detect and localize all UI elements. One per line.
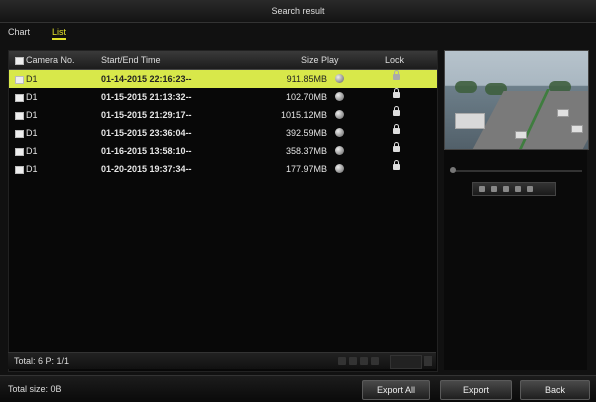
total-size: Total size: 0B — [8, 384, 62, 394]
lock-icon[interactable] — [393, 88, 400, 98]
camera-label: D1 — [26, 74, 38, 84]
time-cell: 01-15-2015 21:13:32-- — [101, 92, 192, 102]
camera-label: D1 — [26, 110, 38, 120]
tab-chart[interactable]: Chart — [8, 24, 30, 40]
row-checkbox[interactable] — [15, 147, 24, 156]
video-preview[interactable] — [444, 50, 589, 150]
row-checkbox[interactable] — [15, 111, 24, 120]
camera-label: D1 — [26, 128, 38, 138]
play-icon[interactable] — [335, 110, 344, 119]
size-cell: 358.37MB — [285, 146, 327, 156]
results-table: Camera No. Start/End Time Size Play Lock… — [8, 50, 438, 372]
play-icon[interactable] — [335, 128, 344, 137]
camera-cell: D1 — [15, 88, 38, 106]
size-cell: 177.97MB — [285, 164, 327, 174]
play-icon[interactable] — [335, 74, 344, 83]
lock-icon[interactable] — [393, 124, 400, 134]
prev-page-icon[interactable] — [349, 357, 357, 365]
bus-icon — [455, 113, 485, 129]
play-icon[interactable] — [335, 164, 344, 173]
car-icon — [557, 109, 569, 117]
lock-icon[interactable] — [393, 70, 400, 80]
row-checkbox[interactable] — [15, 165, 24, 174]
table-row[interactable]: D1 01-15-2015 21:29:17-- 1015.12MB — [9, 106, 437, 124]
camera-header-label: Camera No. — [26, 55, 75, 65]
stop-icon[interactable] — [479, 186, 485, 192]
page-number-input[interactable] — [390, 355, 422, 369]
time-cell: 01-14-2015 22:16:23-- — [101, 74, 192, 84]
size-cell: 911.85MB — [286, 74, 327, 84]
time-cell: 01-16-2015 13:58:10-- — [101, 146, 192, 156]
export-all-button[interactable]: Export All — [362, 380, 430, 400]
pause-icon[interactable] — [503, 186, 509, 192]
play-icon[interactable] — [491, 186, 497, 192]
bottom-bar: Total size: 0B Export All Export Back — [0, 375, 596, 402]
size-cell: 102.70MB — [285, 92, 327, 102]
table-row[interactable]: D1 01-15-2015 23:36:04-- 392.59MB — [9, 124, 437, 142]
first-page-icon[interactable] — [338, 357, 346, 365]
slow-icon[interactable] — [527, 186, 533, 192]
timeline-knob[interactable] — [450, 167, 456, 173]
lock-icon[interactable] — [393, 106, 400, 116]
car-icon — [571, 125, 583, 133]
page-total: Total: 6 P: 1/1 — [14, 356, 70, 366]
lock-icon[interactable] — [393, 142, 400, 152]
time-cell: 01-15-2015 21:29:17-- — [101, 110, 192, 120]
window-title: Search result — [0, 0, 596, 23]
table-row[interactable]: D1 01-14-2015 22:16:23-- 911.85MB — [9, 70, 437, 88]
camera-cell: D1 — [15, 160, 38, 178]
playback-panel — [444, 150, 587, 370]
camera-cell: D1 — [15, 70, 38, 88]
camera-label: D1 — [26, 92, 38, 102]
back-button[interactable]: Back — [520, 380, 590, 400]
camera-cell: D1 — [15, 124, 38, 142]
playback-timeline[interactable] — [450, 167, 582, 173]
table-row[interactable]: D1 01-16-2015 13:58:10-- 358.37MB — [9, 142, 437, 160]
pagination-controls — [338, 357, 382, 365]
row-checkbox[interactable] — [15, 129, 24, 138]
tab-list[interactable]: List — [52, 24, 67, 40]
camera-label: D1 — [26, 146, 38, 156]
table-row[interactable]: D1 01-15-2015 21:13:32-- 102.70MB — [9, 88, 437, 106]
export-button[interactable]: Export — [440, 380, 512, 400]
lock-column-header: Lock — [385, 55, 405, 65]
select-all-checkbox[interactable] — [15, 56, 24, 65]
fast-forward-icon[interactable] — [515, 186, 521, 192]
size-cell: 1015.12MB — [280, 110, 327, 120]
last-page-icon[interactable] — [371, 357, 379, 365]
table-header: Camera No. Start/End Time Size Play Lock — [9, 51, 437, 70]
size-play-column-header: Size Play — [301, 55, 339, 65]
time-column-header: Start/End Time — [101, 55, 161, 65]
table-footer: Total: 6 P: 1/1 — [8, 352, 436, 369]
row-checkbox[interactable] — [15, 75, 24, 84]
size-cell: 392.59MB — [285, 128, 327, 138]
camera-cell: D1 — [15, 106, 38, 124]
time-cell: 01-20-2015 19:37:34-- — [101, 164, 192, 174]
lock-icon[interactable] — [393, 160, 400, 170]
playback-controls — [472, 182, 556, 196]
tree-icon — [455, 81, 477, 93]
camera-label: D1 — [26, 164, 38, 174]
go-page-button[interactable] — [424, 356, 432, 366]
next-page-icon[interactable] — [360, 357, 368, 365]
play-icon[interactable] — [335, 146, 344, 155]
search-result-window: Search result Chart List Camera No. Star… — [0, 0, 596, 402]
camera-column-header[interactable]: Camera No. — [15, 51, 75, 69]
car-icon — [515, 131, 527, 139]
time-cell: 01-15-2015 23:36:04-- — [101, 128, 192, 138]
row-checkbox[interactable] — [15, 93, 24, 102]
camera-cell: D1 — [15, 142, 38, 160]
table-row[interactable]: D1 01-20-2015 19:37:34-- 177.97MB — [9, 160, 437, 178]
play-icon[interactable] — [335, 92, 344, 101]
